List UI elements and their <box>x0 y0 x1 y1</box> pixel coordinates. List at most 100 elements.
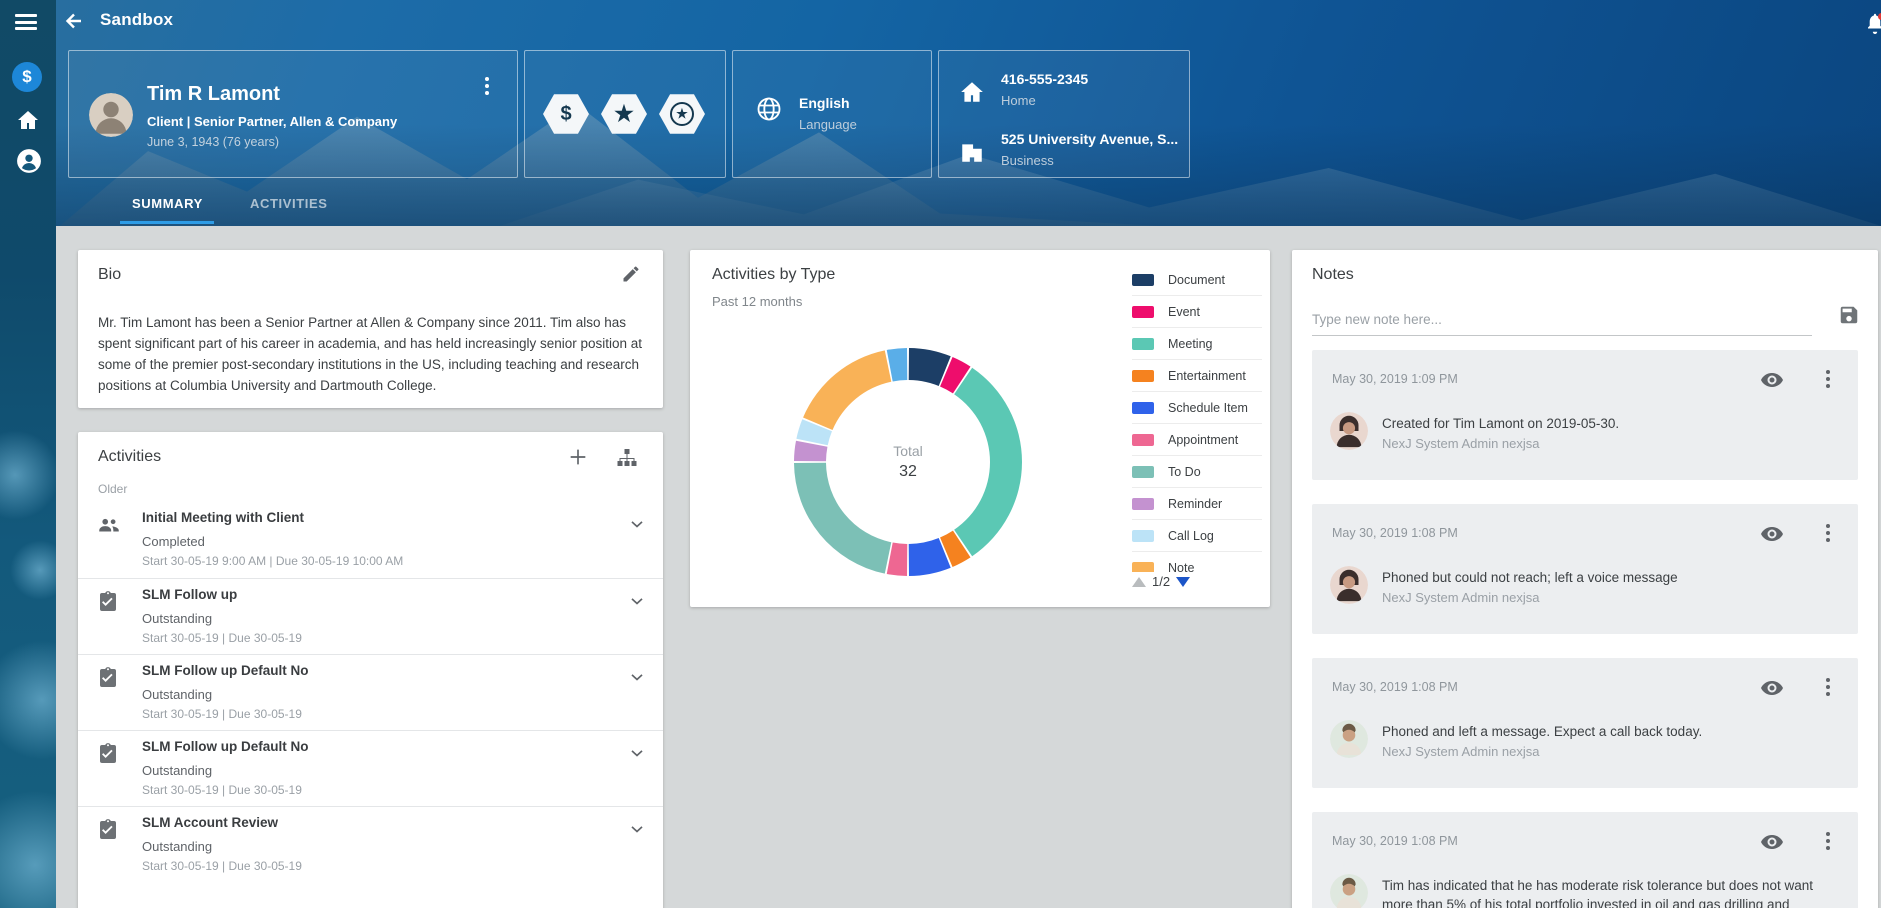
note-menu-icon[interactable] <box>1826 678 1830 696</box>
activity-row[interactable]: SLM Follow up Default No Outstanding Sta… <box>78 730 663 806</box>
client-birthdate: June 3, 1943 (76 years) <box>147 135 279 149</box>
add-activity-icon[interactable] <box>567 446 589 473</box>
activity-row[interactable]: SLM Account Review Outstanding Start 30-… <box>78 806 663 882</box>
legend-item[interactable]: Entertainment <box>1132 360 1262 392</box>
activities-title: Activities <box>98 448 161 466</box>
legend-item[interactable]: Meeting <box>1132 328 1262 360</box>
activity-dates: Start 30-05-19 | Due 30-05-19 <box>142 707 302 721</box>
note-author: NexJ System Admin nexjsa <box>1382 436 1540 451</box>
donut-chart[interactable] <box>788 342 1028 582</box>
legend-item[interactable]: Appointment <box>1132 424 1262 456</box>
activity-title: Initial Meeting with Client <box>142 510 304 525</box>
donut-segment[interactable] <box>794 463 891 574</box>
language-card[interactable]: English Language <box>732 50 932 178</box>
activity-row[interactable]: SLM Follow up Default No Outstanding Sta… <box>78 654 663 730</box>
legend-item[interactable]: Call Log <box>1132 520 1262 552</box>
back-arrow-icon[interactable] <box>62 9 88 35</box>
note-text: Tim has indicated that he has moderate r… <box>1382 876 1832 908</box>
chevron-down-icon[interactable] <box>627 667 647 692</box>
note-author: NexJ System Admin nexjsa <box>1382 590 1540 605</box>
profile-menu-icon[interactable] <box>485 77 489 95</box>
activity-title: SLM Follow up Default No <box>142 739 308 754</box>
legend-item[interactable]: To Do <box>1132 456 1262 488</box>
menu-icon[interactable] <box>15 14 37 30</box>
bio-card: Bio Mr. Tim Lamont has been a Senior Par… <box>78 250 663 408</box>
note-menu-icon[interactable] <box>1826 370 1830 388</box>
eye-icon[interactable] <box>1760 676 1784 705</box>
people-icon <box>96 512 122 543</box>
note-timestamp: May 30, 2019 1:08 PM <box>1332 680 1458 694</box>
bio-text: Mr. Tim Lamont has been a Senior Partner… <box>98 312 646 396</box>
activity-status: Outstanding <box>142 763 212 778</box>
sidebar-item-finance[interactable]: $ <box>12 62 42 92</box>
home-icon[interactable] <box>16 108 40 137</box>
legend-swatch <box>1132 562 1154 572</box>
person-icon[interactable] <box>16 148 42 179</box>
notes-card: Notes May 30, 2019 1:09 PM Created for T… <box>1292 250 1878 908</box>
avatar <box>1330 566 1368 604</box>
note-item[interactable]: May 30, 2019 1:08 PM Tim has indicated t… <box>1312 812 1858 908</box>
legend-page-up-icon[interactable] <box>1132 577 1146 587</box>
note-timestamp: May 30, 2019 1:08 PM <box>1332 834 1458 848</box>
building-icon <box>959 139 985 170</box>
hierarchy-icon[interactable] <box>615 446 639 475</box>
content-area: Bio Mr. Tim Lamont has been a Senior Par… <box>56 226 1881 908</box>
note-menu-icon[interactable] <box>1826 524 1830 542</box>
note-text: Phoned but could not reach; left a voice… <box>1382 568 1832 587</box>
activity-row[interactable]: Initial Meeting with Client Completed St… <box>78 502 663 578</box>
star-badge-icon[interactable]: ★ <box>601 93 647 135</box>
circled-star-badge-icon[interactable]: ★ <box>659 93 705 135</box>
tab-summary[interactable]: SUMMARY <box>132 196 203 211</box>
chevron-down-icon[interactable] <box>627 514 647 539</box>
language-label: Language <box>799 117 857 132</box>
activities-section-label: Older <box>98 482 127 496</box>
note-item[interactable]: May 30, 2019 1:09 PM Created for Tim Lam… <box>1312 350 1858 480</box>
page-title: Sandbox <box>100 10 173 30</box>
legend-swatch <box>1132 370 1154 382</box>
profile-card[interactable]: Tim R Lamont Client | Senior Partner, Al… <box>68 50 518 178</box>
activity-dates: Start 30-05-19 | Due 30-05-19 <box>142 783 302 797</box>
eye-icon[interactable] <box>1760 368 1784 397</box>
home-phone-icon <box>959 79 985 110</box>
donut-segment[interactable] <box>803 350 891 430</box>
activity-title: SLM Account Review <box>142 815 278 830</box>
activities-by-type-card: Activities by Type Past 12 months Total … <box>690 250 1270 607</box>
legend-swatch <box>1132 434 1154 446</box>
task-icon <box>96 589 120 618</box>
legend-item[interactable]: Schedule Item <box>1132 392 1262 424</box>
address-value: 525 University Avenue, S... <box>1001 131 1178 147</box>
language-value: English <box>799 95 857 111</box>
phone-number: 416-555-2345 <box>1001 71 1088 87</box>
avatar <box>1330 720 1368 758</box>
activity-row[interactable]: SLM Follow up Outstanding Start 30-05-19… <box>78 578 663 654</box>
activities-list: Initial Meeting with Client Completed St… <box>78 502 663 882</box>
legend-item[interactable]: Reminder <box>1132 488 1262 520</box>
save-icon[interactable] <box>1838 304 1860 331</box>
legend-item[interactable]: Event <box>1132 296 1262 328</box>
legend-pagination: 1/2 <box>1132 574 1190 589</box>
chevron-down-icon[interactable] <box>627 819 647 844</box>
note-item[interactable]: May 30, 2019 1:08 PM Phoned and left a m… <box>1312 658 1858 788</box>
new-note-input[interactable] <box>1312 308 1812 336</box>
legend-item[interactable]: Note <box>1132 552 1262 572</box>
note-menu-icon[interactable] <box>1826 832 1830 850</box>
badges-card: $ ★ ★ <box>524 50 726 178</box>
eye-icon[interactable] <box>1760 830 1784 859</box>
note-item[interactable]: May 30, 2019 1:08 PM Phoned but could no… <box>1312 504 1858 634</box>
contact-card[interactable]: 416-555-2345 Home 525 University Avenue,… <box>938 50 1190 178</box>
note-timestamp: May 30, 2019 1:09 PM <box>1332 372 1458 386</box>
note-text: Created for Tim Lamont on 2019-05-30. <box>1382 414 1832 433</box>
chevron-down-icon[interactable] <box>627 743 647 768</box>
dollar-badge-icon[interactable]: $ <box>543 93 589 135</box>
edit-pencil-icon[interactable] <box>621 264 641 289</box>
globe-icon <box>755 95 783 128</box>
notifications-bell-icon[interactable] <box>1863 12 1881 36</box>
legend-item[interactable]: Document <box>1132 264 1262 296</box>
activity-dates: Start 30-05-19 9:00 AM | Due 30-05-19 10… <box>142 554 403 568</box>
avatar <box>1330 412 1368 450</box>
legend-page-down-icon[interactable] <box>1176 577 1190 587</box>
chevron-down-icon[interactable] <box>627 591 647 616</box>
eye-icon[interactable] <box>1760 522 1784 551</box>
tab-activities[interactable]: ACTIVITIES <box>250 196 328 211</box>
donut-segment[interactable] <box>954 368 1022 556</box>
